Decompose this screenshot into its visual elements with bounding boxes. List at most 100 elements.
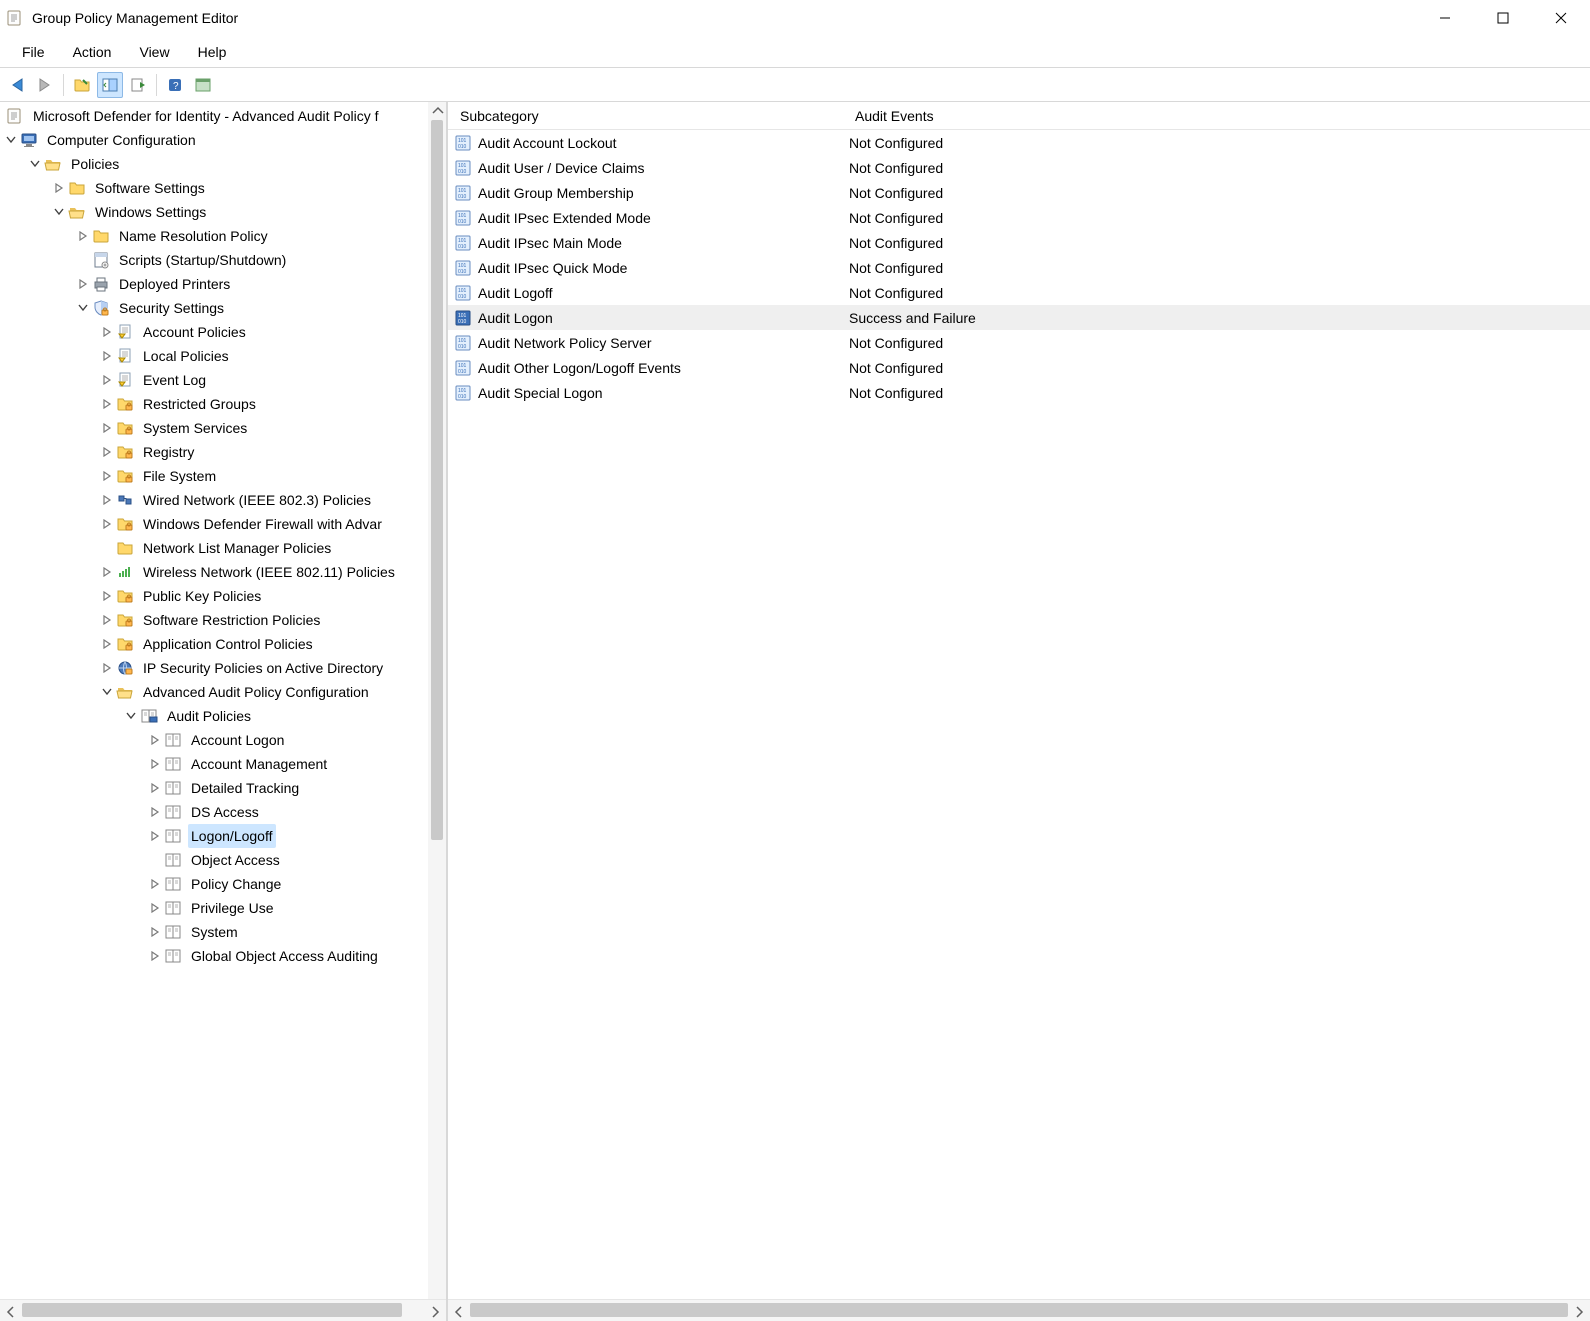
expand-toggle[interactable] (100, 565, 114, 579)
list-row[interactable]: Audit Logoff Not Configured (448, 280, 1590, 305)
tree-item-audit-object-access[interactable]: Object Access (2, 848, 446, 872)
expand-toggle[interactable] (148, 805, 162, 819)
tree-item-root[interactable]: Microsoft Defender for Identity - Advanc… (2, 104, 446, 128)
maximize-button[interactable] (1474, 0, 1532, 36)
tree-item-software-settings[interactable]: Software Settings (2, 176, 446, 200)
close-button[interactable] (1532, 0, 1590, 36)
tree-item-software-restriction[interactable]: Software Restriction Policies (2, 608, 446, 632)
expand-toggle[interactable] (148, 949, 162, 963)
menu-action[interactable]: Action (59, 36, 126, 67)
list-row[interactable]: Audit Group Membership Not Configured (448, 180, 1590, 205)
subcategory-list[interactable]: Audit Account Lockout Not Configured Aud… (448, 130, 1590, 405)
expand-toggle[interactable] (52, 205, 66, 219)
tree-item-windows-settings[interactable]: Windows Settings (2, 200, 446, 224)
tree-item-audit-policy-change[interactable]: Policy Change (2, 872, 446, 896)
tree-item-file-system[interactable]: File System (2, 464, 446, 488)
list-horizontal-scrollbar[interactable] (448, 1299, 1590, 1321)
list-row[interactable]: Audit Other Logon/Logoff Events Not Conf… (448, 355, 1590, 380)
export-list-button[interactable] (125, 72, 151, 98)
menu-view[interactable]: View (125, 36, 183, 67)
tree-item-windows-defender-firewall[interactable]: Windows Defender Firewall with Advar (2, 512, 446, 536)
expand-toggle[interactable] (148, 733, 162, 747)
expand-toggle[interactable] (100, 589, 114, 603)
options-button[interactable] (190, 72, 216, 98)
expand-toggle[interactable] (100, 469, 114, 483)
tree-item-policies[interactable]: Policies (2, 152, 446, 176)
scroll-left-icon[interactable] (0, 1300, 22, 1321)
tree-item-account-policies[interactable]: Account Policies (2, 320, 446, 344)
minimize-button[interactable] (1416, 0, 1474, 36)
tree-item-restricted-groups[interactable]: Restricted Groups (2, 392, 446, 416)
expand-toggle[interactable] (100, 661, 114, 675)
expand-toggle[interactable] (100, 445, 114, 459)
list-row[interactable]: Audit IPsec Extended Mode Not Configured (448, 205, 1590, 230)
tree-item-audit-ds-access[interactable]: DS Access (2, 800, 446, 824)
list-row[interactable]: Audit Account Lockout Not Configured (448, 130, 1590, 155)
expand-toggle[interactable] (148, 901, 162, 915)
scroll-up-icon[interactable] (428, 102, 446, 120)
tree-item-scripts[interactable]: Scripts (Startup/Shutdown) (2, 248, 446, 272)
expand-toggle[interactable] (100, 613, 114, 627)
tree-item-name-resolution-policy[interactable]: Name Resolution Policy (2, 224, 446, 248)
expand-toggle[interactable] (100, 421, 114, 435)
expand-toggle[interactable] (124, 709, 138, 723)
tree-item-computer-configuration[interactable]: Computer Configuration (2, 128, 446, 152)
list-row[interactable]: Audit Special Logon Not Configured (448, 380, 1590, 405)
list-row[interactable]: Audit Network Policy Server Not Configur… (448, 330, 1590, 355)
list-row[interactable]: Audit Logon Success and Failure (448, 305, 1590, 330)
expand-toggle[interactable] (148, 757, 162, 771)
show-hide-tree-button[interactable] (97, 72, 123, 98)
expand-toggle[interactable] (52, 181, 66, 195)
tree-item-audit-account-logon[interactable]: Account Logon (2, 728, 446, 752)
expand-toggle[interactable] (100, 373, 114, 387)
menu-file[interactable]: File (8, 36, 59, 67)
expand-toggle[interactable] (76, 229, 90, 243)
expand-toggle[interactable] (100, 685, 114, 699)
list-header[interactable]: Subcategory Audit Events (448, 102, 1590, 130)
expand-toggle[interactable] (100, 325, 114, 339)
column-audit-events[interactable]: Audit Events (849, 108, 1590, 124)
list-row[interactable]: Audit User / Device Claims Not Configure… (448, 155, 1590, 180)
expand-toggle[interactable] (100, 637, 114, 651)
expand-toggle[interactable] (100, 517, 114, 531)
tree-item-audit-privilege-use[interactable]: Privilege Use (2, 896, 446, 920)
tree-item-audit-account-management[interactable]: Account Management (2, 752, 446, 776)
menu-help[interactable]: Help (184, 36, 241, 67)
tree-item-deployed-printers[interactable]: Deployed Printers (2, 272, 446, 296)
tree-item-application-control[interactable]: Application Control Policies (2, 632, 446, 656)
help-button[interactable] (162, 72, 188, 98)
expand-toggle[interactable] (76, 301, 90, 315)
expand-toggle[interactable] (28, 157, 42, 171)
expand-toggle[interactable] (100, 493, 114, 507)
tree-item-audit-detailed-tracking[interactable]: Detailed Tracking (2, 776, 446, 800)
tree-item-advanced-audit[interactable]: Advanced Audit Policy Configuration (2, 680, 446, 704)
tree-item-audit-global-object-access-auditing[interactable]: Global Object Access Auditing (2, 944, 446, 968)
expand-toggle[interactable] (76, 277, 90, 291)
back-button[interactable] (4, 72, 30, 98)
forward-button[interactable] (32, 72, 58, 98)
tree-item-audit-policies[interactable]: Audit Policies (2, 704, 446, 728)
tree-item-ip-security[interactable]: IP Security Policies on Active Directory (2, 656, 446, 680)
expand-toggle[interactable] (148, 781, 162, 795)
tree-item-registry[interactable]: Registry (2, 440, 446, 464)
scroll-right-icon[interactable] (1568, 1300, 1590, 1321)
expand-toggle[interactable] (148, 829, 162, 843)
policy-tree[interactable]: Microsoft Defender for Identity - Advanc… (0, 102, 446, 968)
tree-horizontal-scrollbar[interactable] (0, 1299, 446, 1321)
tree-vertical-scrollbar[interactable] (428, 102, 446, 1299)
folder-up-button[interactable] (69, 72, 95, 98)
expand-toggle[interactable] (4, 133, 18, 147)
tree-item-network-list-manager[interactable]: Network List Manager Policies (2, 536, 446, 560)
tree-item-audit-logon-logoff[interactable]: Logon/Logoff (2, 824, 446, 848)
tree-item-security-settings[interactable]: Security Settings (2, 296, 446, 320)
scroll-left-icon[interactable] (448, 1300, 470, 1321)
tree-item-system-services[interactable]: System Services (2, 416, 446, 440)
list-row[interactable]: Audit IPsec Quick Mode Not Configured (448, 255, 1590, 280)
tree-item-wireless-network[interactable]: Wireless Network (IEEE 802.11) Policies (2, 560, 446, 584)
tree-item-audit-system[interactable]: System (2, 920, 446, 944)
tree-item-public-key-policies[interactable]: Public Key Policies (2, 584, 446, 608)
expand-toggle[interactable] (148, 925, 162, 939)
tree-item-local-policies[interactable]: Local Policies (2, 344, 446, 368)
expand-toggle[interactable] (100, 349, 114, 363)
tree-item-wired-network[interactable]: Wired Network (IEEE 802.3) Policies (2, 488, 446, 512)
